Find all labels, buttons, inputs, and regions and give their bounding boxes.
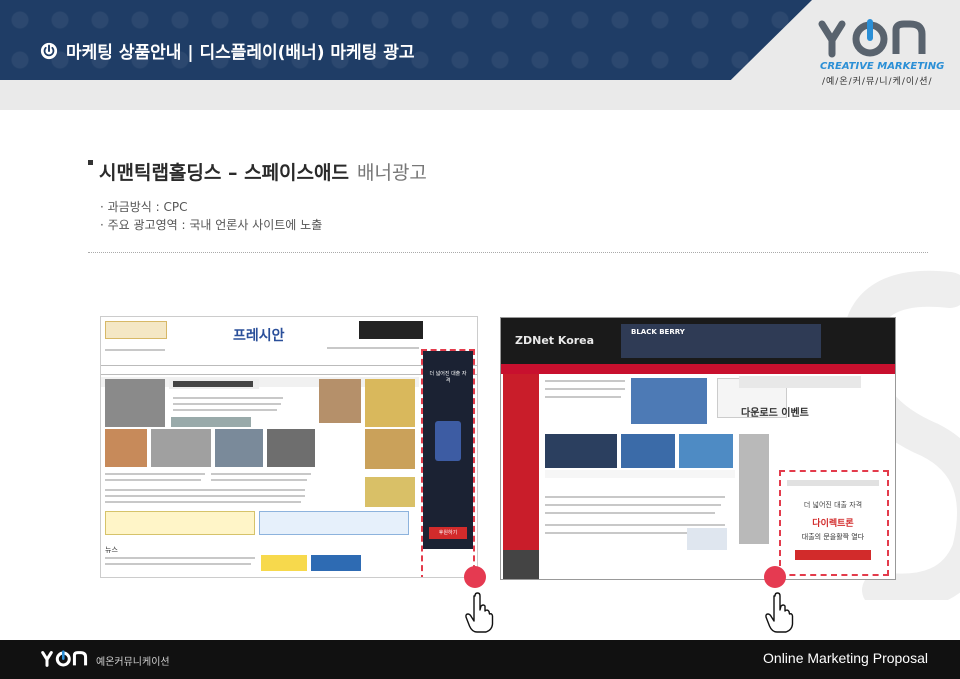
hand-pointer-icon <box>765 592 794 633</box>
header-bar: 마케팅 상품안내 | 디스플레이(배너) 마케팅 광고 CREATIVE MAR… <box>0 0 960 110</box>
zdnet-logo: ZDNet Korea <box>515 334 595 347</box>
oracle-ad[interactable] <box>739 376 861 388</box>
logo-korean: /예/온/커/뮤/니/케/이/션/ <box>822 77 933 87</box>
photo-2 <box>319 379 361 423</box>
photo-8 <box>365 429 415 469</box>
pressian-top-ad <box>359 321 423 339</box>
small-ad-1[interactable] <box>261 555 307 571</box>
logo-tagline: CREATIVE MARKETING <box>820 61 945 72</box>
marker-dot-left <box>464 566 486 588</box>
hand-pointer-icon <box>465 592 494 633</box>
photo-strip <box>171 417 251 427</box>
photo-4 <box>105 429 147 467</box>
page-title: 마케팅 상품안내 | 디스플레이(배너) 마케팅 광고 <box>66 43 415 63</box>
photo-7 <box>267 429 315 467</box>
ibm-ad[interactable] <box>545 434 617 468</box>
marker-dot-right <box>764 566 786 588</box>
dell-ad[interactable] <box>679 434 733 468</box>
pressian-promo-box <box>105 321 167 339</box>
highlight-right-ad <box>779 470 889 576</box>
pressian-logo: 프레시안 <box>233 328 285 344</box>
header-title-group: 마케팅 상품안내 | 디스플레이(배너) 마케팅 광고 <box>40 38 415 63</box>
windows-ad[interactable] <box>621 434 675 468</box>
zdnet-photo-1 <box>631 378 707 424</box>
yon-logo-icon <box>818 19 926 58</box>
promo-banner-2[interactable] <box>259 511 409 535</box>
promo-banner-1[interactable] <box>105 511 255 535</box>
section-title-strong: 시맨틱랩홀딩스 – 스페이스애드 <box>99 162 349 184</box>
zdnet-header: ZDNet Korea BLACK BERRY <box>501 318 895 364</box>
photo-5 <box>151 429 211 467</box>
divider <box>88 252 928 253</box>
power-icon <box>40 42 58 59</box>
zdnet-banner-text: BLACK BERRY <box>631 328 685 336</box>
highlight-left-banner <box>421 349 475 577</box>
bullet-billing: · 과금방식 : CPC <box>100 200 188 214</box>
section-title-light: 배너광고 <box>356 162 427 184</box>
footer-company: 예온커뮤니케이션 <box>96 657 170 668</box>
zdnet-nav <box>501 364 895 374</box>
section-title: 시맨틱랩홀딩스 – 스페이스애드 배너광고 <box>88 158 427 185</box>
zdnet-top-banner[interactable]: BLACK BERRY <box>621 324 821 358</box>
photo-3 <box>365 379 415 427</box>
headline <box>173 381 253 387</box>
tab-news[interactable]: 뉴스 <box>105 545 118 555</box>
zdnet-bottom-thumb <box>503 550 539 579</box>
zdnet-thumbs <box>739 434 769 544</box>
event-text[interactable]: 다운로드 이벤트 <box>741 404 809 419</box>
photo-9 <box>365 477 415 507</box>
iface-ad[interactable] <box>687 528 727 550</box>
screenshot-pressian: 프레시안 뉴스 더 넓어진 대출 자격 후원하기 <box>100 316 478 578</box>
footer-proposal: Online Marketing Proposal <box>763 650 928 666</box>
small-ad-2[interactable] <box>311 555 361 571</box>
yon-logo: CREATIVE MARKETING /예/온/커/뮤/니/케/이/션/ <box>818 18 944 87</box>
title-bullet <box>88 160 93 165</box>
photo-1 <box>105 379 165 427</box>
footer-logo-icon <box>41 650 88 667</box>
bullet-area: · 주요 광고영역 : 국내 언론사 사이트에 노출 <box>100 218 323 232</box>
ad-row <box>545 470 735 478</box>
screenshot-zdnet: ZDNet Korea BLACK BERRY 다운로드 이벤트 더 넓어진 대… <box>500 317 896 580</box>
photo-6 <box>215 429 263 467</box>
